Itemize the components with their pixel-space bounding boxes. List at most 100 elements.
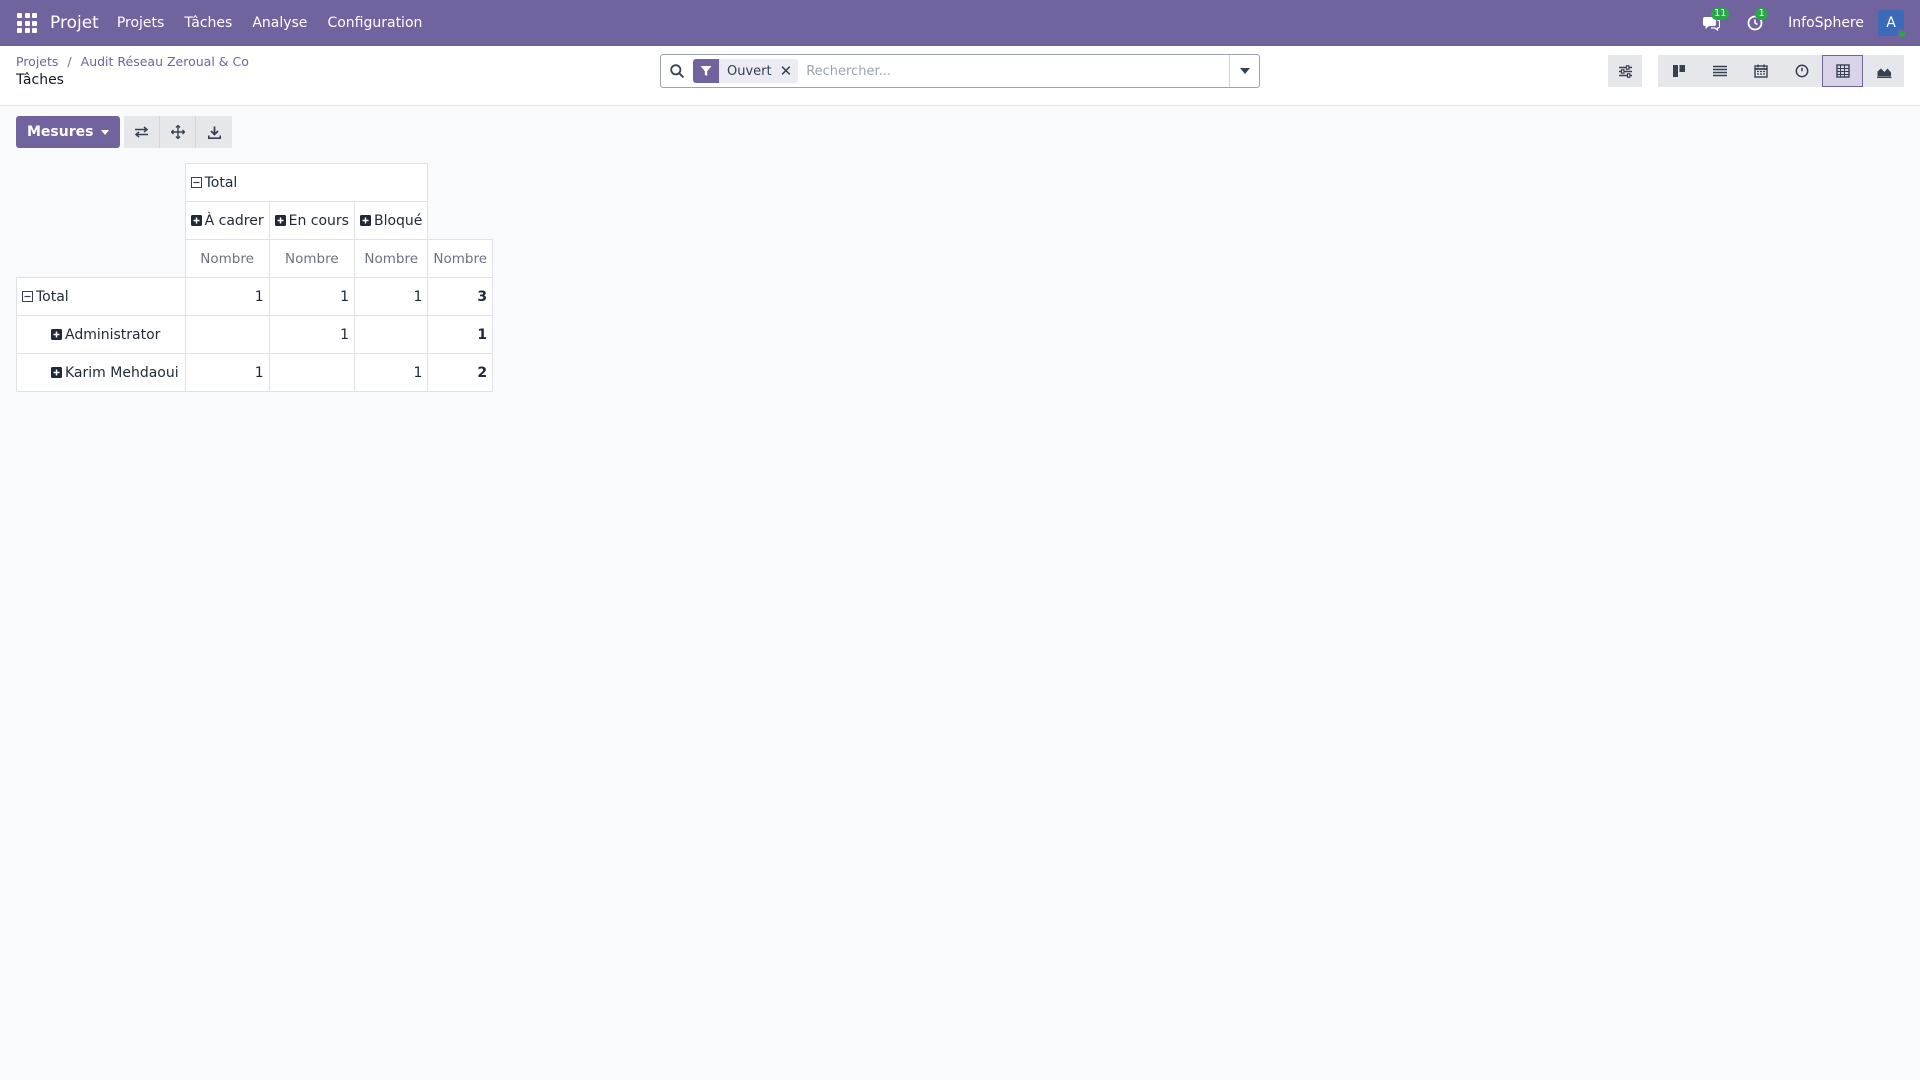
clock-icon	[1795, 64, 1808, 78]
menu-item-configuration[interactable]: Configuration	[317, 15, 432, 31]
user-avatar[interactable]: A	[1878, 10, 1907, 39]
pivot-row-total-label: Total	[36, 288, 69, 305]
search-input[interactable]	[806, 57, 1229, 85]
pivot-cell[interactable]: 1	[268, 315, 355, 354]
table-row: Karim Mehdaoui 1 1 2	[16, 353, 494, 392]
view-graph-button[interactable]	[1863, 55, 1904, 87]
pivot-corner-4	[17, 240, 186, 278]
activities-clock-icon[interactable]: 1	[1744, 8, 1769, 34]
view-switcher	[1658, 55, 1904, 87]
pivot-col-header-en-cours[interactable]: En cours	[268, 201, 355, 240]
settings-sliders-button[interactable]	[1608, 55, 1642, 87]
pivot-row-header-karim-mehdaoui[interactable]: Karim Mehdaoui	[16, 353, 186, 392]
pivot-corner-right	[428, 164, 493, 202]
pivot-col-label: À cadrer	[204, 212, 264, 229]
area-chart-icon	[1876, 68, 1891, 78]
activities-badge: 1	[1755, 8, 1769, 20]
breadcrumb: Projets / Audit Réseau Zeroual & Co	[16, 54, 249, 69]
expand-icon	[274, 214, 286, 226]
pivot-col-total-label: Total	[204, 174, 238, 191]
messages-badge: 11	[1711, 8, 1730, 20]
expand-icon	[190, 214, 202, 226]
messages-icon[interactable]: 11	[1700, 8, 1730, 34]
expand-arrows-icon	[170, 125, 185, 139]
pivot-col-header-a-cadrer[interactable]: À cadrer	[184, 201, 270, 240]
pivot-measure-header[interactable]: Nombre	[184, 239, 270, 278]
pivot-col-total-header[interactable]: Total	[184, 163, 429, 202]
pivot-toolbar: Mesures	[16, 116, 233, 148]
pivot-row-label: Administrator	[65, 326, 161, 343]
pivot-row-label: Karim Mehdaoui	[65, 364, 179, 381]
collapse-icon	[190, 176, 202, 188]
search-icon[interactable]	[661, 64, 693, 78]
pivot-measure-header[interactable]: Nombre	[427, 239, 494, 278]
expand-icon	[359, 214, 371, 226]
flip-arrows-icon	[135, 126, 149, 138]
pivot-row-header-administrator[interactable]: Administrator	[16, 315, 186, 354]
pivot-cell[interactable]: 1	[268, 277, 355, 316]
download-icon	[207, 126, 221, 139]
pivot-col-header-bloque[interactable]: Bloqué	[353, 201, 429, 240]
avatar-initial: A	[1886, 15, 1896, 31]
online-status-dot	[1897, 29, 1907, 39]
breadcrumb-project[interactable]: Audit Réseau Zeroual & Co	[81, 54, 249, 69]
caret-down-icon	[101, 129, 110, 135]
view-calendar-button[interactable]	[1740, 55, 1781, 87]
expand-icon	[51, 366, 62, 378]
pivot-col-label: En cours	[288, 212, 349, 229]
menu-item-taches[interactable]: Tâches	[174, 15, 242, 31]
expand-all-button[interactable]	[160, 116, 197, 148]
measures-dropdown-button[interactable]: Mesures	[16, 116, 121, 148]
pivot-cell[interactable]	[268, 353, 355, 392]
pivot-cell[interactable]: 1	[184, 353, 270, 392]
filter-facet: Ouvert ✕	[693, 59, 799, 83]
download-button[interactable]	[196, 116, 233, 148]
collapse-icon	[22, 290, 33, 302]
measures-label: Mesures	[27, 124, 94, 140]
control-panel: Projets / Audit Réseau Zeroual & Co Tâch…	[0, 46, 1920, 106]
pivot-cell[interactable]	[353, 315, 429, 354]
breadcrumb-projets[interactable]: Projets	[16, 54, 58, 69]
filter-icon	[693, 59, 719, 83]
pivot-cell[interactable]: 1	[353, 277, 429, 316]
pivot-table: Total À cadrer En cours Bloqué Nombre No…	[16, 163, 494, 392]
pivot-corner-3	[428, 202, 493, 240]
pivot-corner	[17, 164, 186, 202]
view-list-button[interactable]	[1699, 55, 1740, 87]
caret-down-icon	[1239, 68, 1250, 74]
company-switcher[interactable]: InfoSphere	[1788, 15, 1864, 31]
pivot-cell-grand-total[interactable]: 3	[427, 277, 494, 316]
flip-axis-button[interactable]	[124, 116, 161, 148]
filter-facet-label: Ouvert	[727, 63, 772, 79]
pivot-cell-row-total[interactable]: 1	[427, 315, 494, 354]
view-kanban-button[interactable]	[1658, 55, 1699, 87]
close-icon[interactable]: ✕	[780, 62, 799, 80]
pivot-actions	[124, 116, 233, 148]
apps-menu-icon[interactable]	[16, 12, 38, 34]
search-bar: Ouvert ✕	[660, 54, 1260, 88]
calendar-icon	[1753, 64, 1768, 78]
search-options-toggle[interactable]	[1229, 55, 1259, 87]
pivot-cell-row-total[interactable]: 2	[427, 353, 494, 392]
breadcrumb-separator: /	[67, 54, 72, 69]
pivot-corner-2	[17, 202, 186, 240]
pivot-cell[interactable]	[184, 315, 270, 354]
expand-icon	[51, 328, 62, 340]
pivot-measure-header[interactable]: Nombre	[353, 239, 429, 278]
top-navbar: Projet Projets Tâches Analyse Configurat…	[0, 0, 1920, 46]
sliders-icon	[1618, 64, 1632, 78]
view-activity-button[interactable]	[1781, 55, 1822, 87]
pivot-col-label: Bloqué	[373, 212, 423, 229]
pivot-row-total-header[interactable]: Total	[16, 277, 186, 316]
pivot-cell[interactable]: 1	[353, 353, 429, 392]
app-name[interactable]: Projet	[50, 13, 99, 33]
pivot-total-row: Total 1 1 1 3	[16, 277, 494, 316]
pivot-table-icon	[1835, 64, 1850, 78]
kanban-icon	[1672, 65, 1685, 77]
list-icon	[1712, 65, 1727, 77]
menu-item-projets[interactable]: Projets	[107, 15, 175, 31]
view-pivot-button[interactable]	[1822, 55, 1863, 87]
pivot-cell[interactable]: 1	[184, 277, 270, 316]
menu-item-analyse[interactable]: Analyse	[242, 15, 317, 31]
pivot-measure-header[interactable]: Nombre	[268, 239, 355, 278]
